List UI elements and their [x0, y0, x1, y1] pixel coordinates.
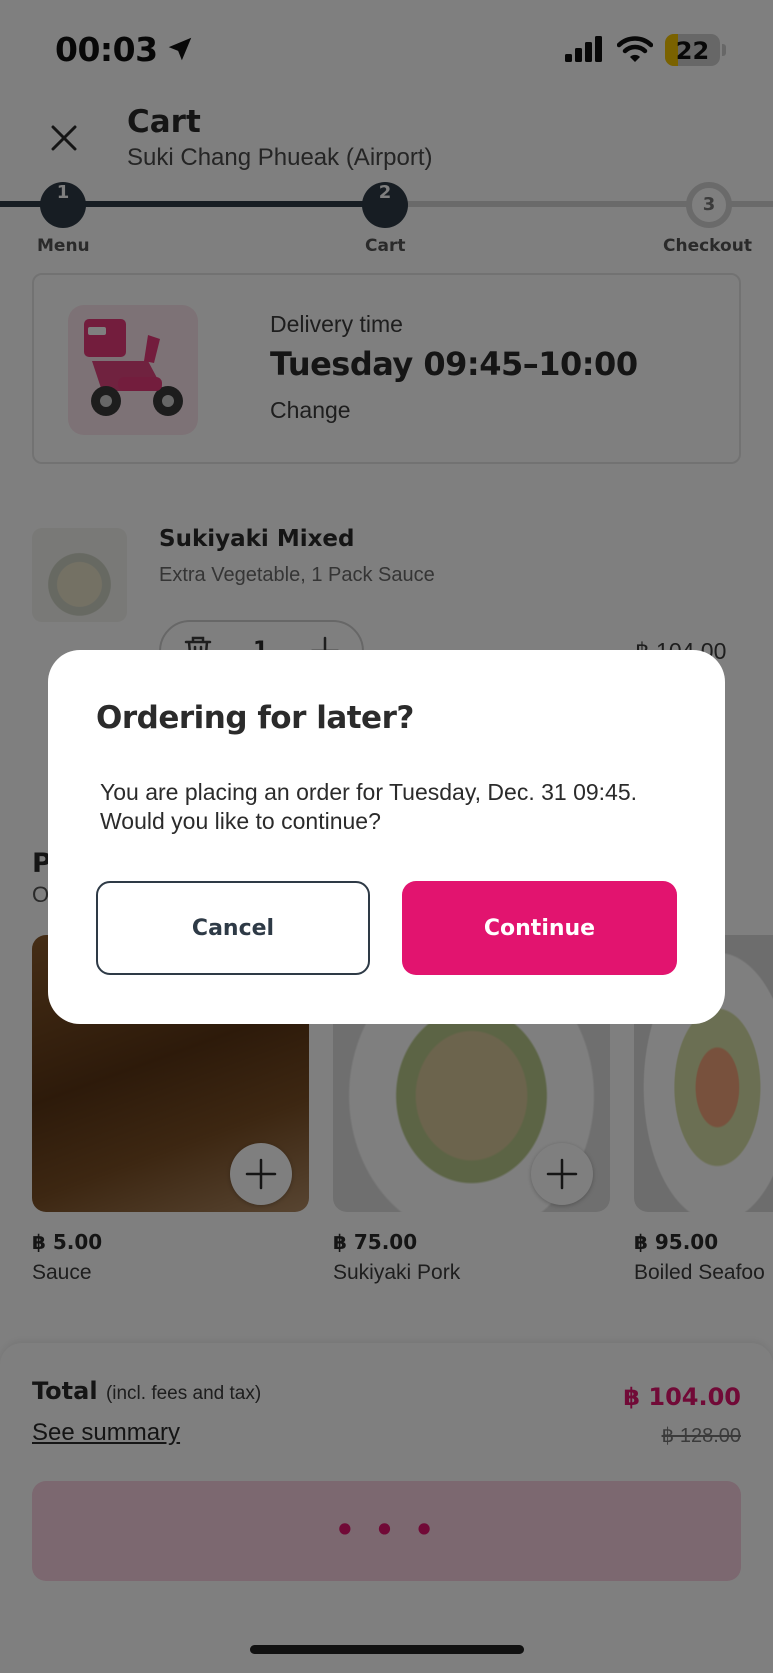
- dialog-title: Ordering for later?: [96, 700, 414, 736]
- cancel-button[interactable]: Cancel: [96, 881, 370, 975]
- home-indicator: [250, 1645, 524, 1654]
- dialog-message: You are placing an order for Tuesday, De…: [100, 779, 638, 834]
- continue-button[interactable]: Continue: [402, 881, 677, 975]
- order-later-dialog: Ordering for later? You are placing an o…: [48, 650, 725, 1024]
